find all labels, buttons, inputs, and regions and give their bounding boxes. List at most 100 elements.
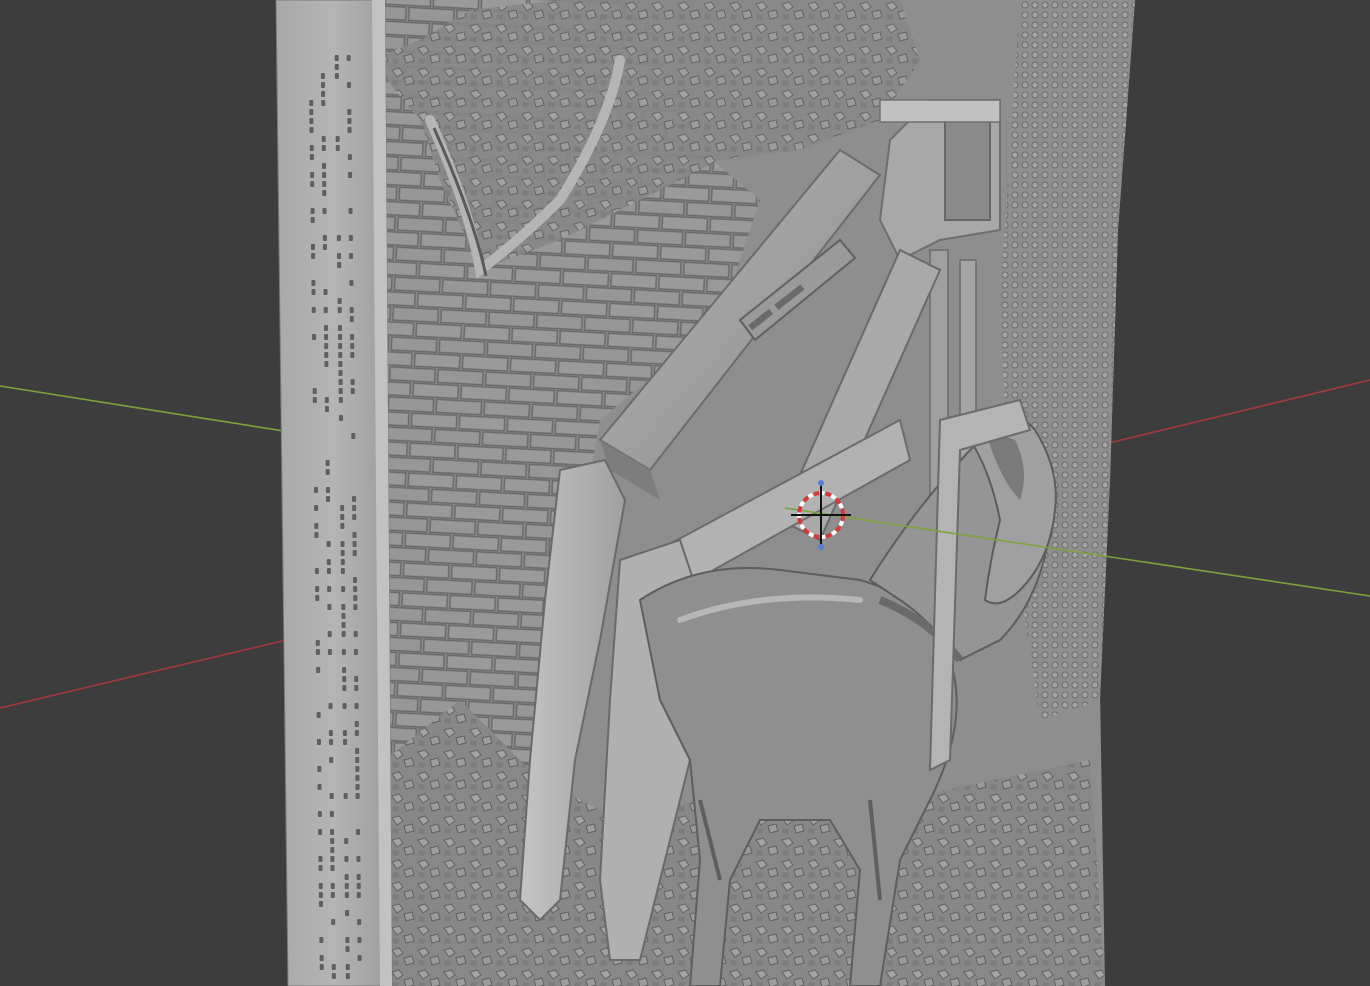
strip-hole <box>341 604 346 610</box>
strip-hole <box>353 577 358 583</box>
strip-hole <box>324 352 329 358</box>
strip-hole <box>310 172 315 178</box>
strip-hole <box>356 874 361 880</box>
strip-hole <box>355 757 360 763</box>
strip-hole <box>344 838 349 844</box>
strip-hole <box>340 568 345 574</box>
strip-hole <box>316 667 321 673</box>
strip-hole <box>315 595 320 601</box>
strip-hole <box>314 532 319 538</box>
strip-hole <box>355 766 360 772</box>
strip-hole <box>335 136 340 142</box>
strip-hole <box>318 829 323 835</box>
strip-hole <box>326 559 331 565</box>
strip-hole <box>309 109 314 115</box>
strip-hole <box>357 937 362 943</box>
strip-hole <box>337 307 342 313</box>
strip-hole <box>338 397 343 403</box>
strip-hole <box>318 883 323 889</box>
strip-hole <box>342 676 347 682</box>
strip-hole <box>329 811 334 817</box>
strip-hole <box>328 739 333 745</box>
strip-hole <box>354 721 359 727</box>
strip-hole <box>347 154 352 160</box>
strip-hole <box>338 370 343 376</box>
strip-hole <box>342 703 347 709</box>
strip-hole <box>347 109 352 115</box>
strip-hole <box>315 649 320 655</box>
strip-hole <box>322 208 327 214</box>
strip-hole <box>311 253 316 259</box>
strip-hole <box>356 856 361 862</box>
strip-hole <box>324 334 329 340</box>
strip-hole <box>331 964 336 970</box>
strip-hole <box>330 847 335 853</box>
strip-hole <box>346 55 351 61</box>
strip-hole <box>322 235 327 241</box>
strip-hole <box>314 523 319 529</box>
strip-hole <box>309 127 314 133</box>
strip-hole <box>353 649 358 655</box>
strip-hole <box>336 235 341 241</box>
strip-hole <box>316 712 321 718</box>
strip-hole <box>329 757 334 763</box>
strip-hole <box>328 703 333 709</box>
strip-hole <box>310 181 315 187</box>
strip-hole <box>347 127 352 133</box>
strip-hole <box>352 541 357 547</box>
strip-hole <box>357 955 362 961</box>
strip-hole <box>321 136 326 142</box>
strip-hole <box>353 604 358 610</box>
strip-hole <box>330 838 335 844</box>
strip-hole <box>331 919 336 925</box>
strip-hole <box>330 883 335 889</box>
strip-hole <box>342 739 347 745</box>
strip-hole <box>312 334 317 340</box>
strip-hole <box>339 415 344 421</box>
strip-hole <box>355 748 360 754</box>
strip-hole <box>350 334 355 340</box>
strip-hole <box>319 955 324 961</box>
strip-hole <box>340 514 345 520</box>
strip-hole <box>348 208 353 214</box>
strip-hole <box>321 163 326 169</box>
strip-hole <box>323 325 328 331</box>
strip-hole <box>340 523 345 529</box>
strip-hole <box>337 253 342 259</box>
strip-hole <box>346 82 351 88</box>
strip-hole <box>350 343 355 349</box>
strip-hole <box>324 397 329 403</box>
strip-hole <box>320 73 325 79</box>
strip-hole <box>330 856 335 862</box>
strip-hole <box>347 118 352 124</box>
strip-hole <box>355 775 360 781</box>
strip-hole <box>310 217 315 223</box>
strip-hole <box>349 280 354 286</box>
strip-hole <box>322 244 327 250</box>
strip-hole <box>310 244 315 250</box>
strip-hole <box>340 505 345 511</box>
strip-hole <box>323 307 328 313</box>
strip-hole <box>344 856 349 862</box>
strip-hole <box>330 892 335 898</box>
strip-hole <box>321 100 326 106</box>
strip-hole <box>324 343 329 349</box>
strip-hole <box>334 64 339 70</box>
strip-hole <box>324 361 329 367</box>
strip-hole <box>311 289 316 295</box>
strip-hole <box>326 496 331 502</box>
3d-viewport[interactable]: ■■■■ ■■■■■ <box>0 0 1370 986</box>
strip-hole <box>327 586 332 592</box>
strip-hole <box>326 541 331 547</box>
cursor-blue-bottom <box>818 544 824 550</box>
strip-hole <box>342 730 347 736</box>
strip-hole <box>325 460 330 466</box>
strip-hole <box>343 793 348 799</box>
cursor-blue-top <box>818 480 824 486</box>
relief-model[interactable]: ■■■■ ■■■■■ <box>370 0 1135 986</box>
strip-hole <box>325 487 330 493</box>
strip-hole <box>318 865 323 871</box>
viewport-scene[interactable]: ■■■■ ■■■■■ <box>0 0 1370 986</box>
strip-hole <box>344 892 349 898</box>
strip-hole <box>353 586 358 592</box>
